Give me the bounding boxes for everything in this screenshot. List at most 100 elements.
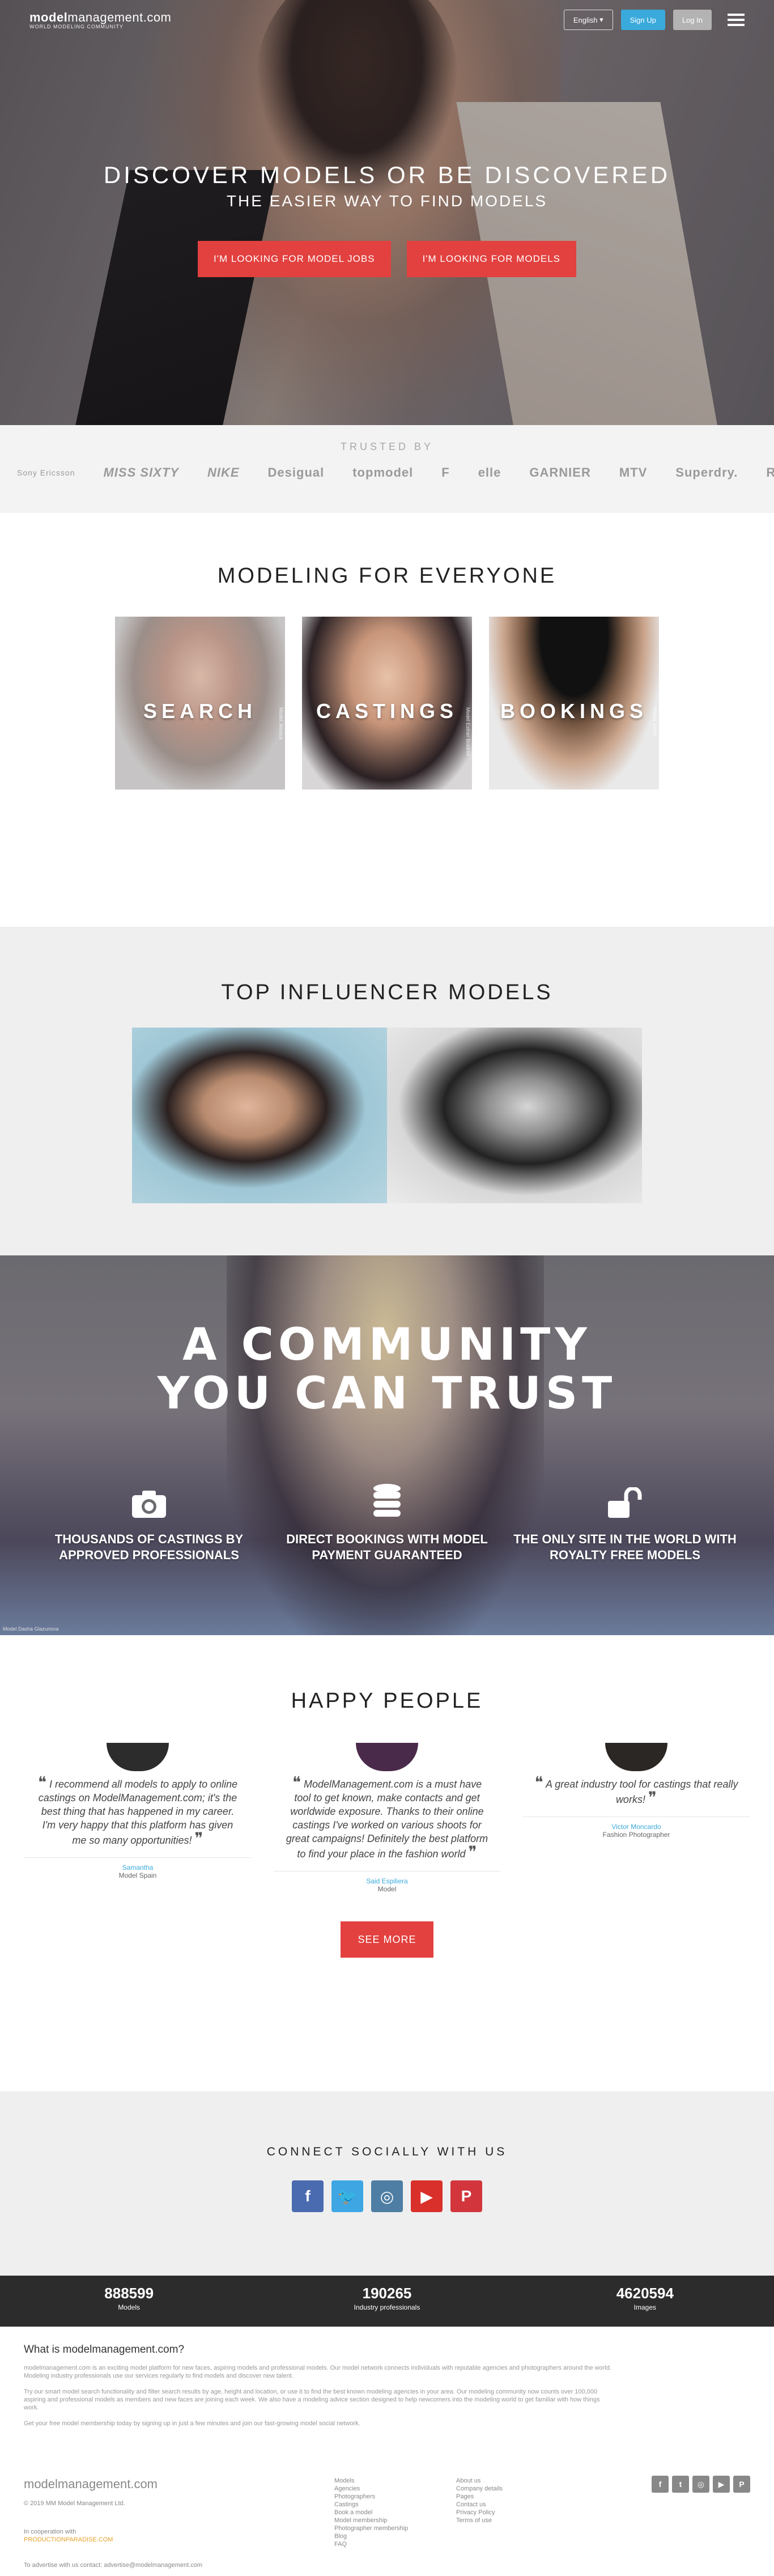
testimonial: ❝ A great industry tool for castings tha… [523, 1743, 750, 1839]
stat-label: Industry professionals [354, 2303, 420, 2311]
brand-logo: GARNIER [529, 465, 591, 479]
instagram-icon[interactable]: ◎ [371, 2180, 403, 2212]
footer: modelmanagement.com © 2019 MM Model Mana… [0, 2471, 774, 2576]
footer-link[interactable]: Contact us [456, 2501, 503, 2509]
connect-section: CONNECT SOCIALLY WITH US f 🐦 ◎ ▶ P [0, 2091, 774, 2276]
modeling-section: MODELING FOR EVERYONE SEARCH Model Jessi… [0, 513, 774, 927]
testimonial-quote: A great industry tool for castings that … [545, 1779, 738, 1805]
model-jobs-button[interactable]: I'M LOOKING FOR MODEL JOBS [197, 241, 391, 277]
pinterest-icon[interactable]: P [450, 2180, 482, 2212]
stat-label: Images [633, 2303, 656, 2311]
language-select[interactable]: English ▾ [563, 10, 613, 30]
partner-link[interactable]: PRODUCTIONPARADISE.COM [24, 2536, 113, 2544]
influencer-image[interactable] [387, 1028, 642, 1203]
brand-logo: Desigual [267, 465, 325, 479]
brand-logo: F [441, 465, 450, 479]
testimonial-quote: ModelManagement.com is a must have tool … [286, 1779, 488, 1860]
card-label: BOOKINGS [500, 699, 648, 723]
footer-link[interactable]: Photographer membership [334, 2524, 408, 2532]
card-label: SEARCH [143, 699, 257, 723]
community-bg-image [227, 1255, 544, 1635]
facebook-icon[interactable]: f [292, 2180, 324, 2212]
brand-logo: MISS SIXTY [103, 465, 179, 479]
footer-link[interactable]: Castings [334, 2501, 408, 2509]
stat-label: Models [118, 2303, 140, 2311]
coins-icon [274, 1479, 500, 1519]
stat-images: 4620594 Images [516, 2276, 774, 2327]
youtube-icon[interactable]: ▶ [713, 2476, 730, 2493]
quote: ❝ A great industry tool for castings tha… [523, 1775, 750, 1817]
footer-link[interactable]: Company details [456, 2485, 503, 2493]
top-nav: modelmanagement.com WORLD MODELING COMMU… [0, 0, 774, 40]
bookings-card[interactable]: BOOKINGS Model Jason [489, 617, 659, 790]
footer-link[interactable]: Models [334, 2477, 408, 2485]
login-button[interactable]: Log In [673, 10, 712, 30]
connect-title: CONNECT SOCIALLY WITH US [266, 2145, 508, 2158]
footer-link[interactable]: Terms of use [456, 2516, 503, 2524]
footer-partner: In cooperation with PRODUCTIONPARADISE.C… [24, 2528, 113, 2544]
footer-link[interactable]: About us [456, 2477, 503, 2485]
footer-socials: f t ◎ ▶ P [652, 2476, 750, 2493]
trusted-title: TRUSTED BY [340, 441, 433, 452]
twitter-icon[interactable]: t [672, 2476, 689, 2493]
footer-link[interactable]: Privacy Policy [456, 2509, 503, 2516]
testimonial-name[interactable]: Said Espiliera [274, 1877, 500, 1885]
influencer-title: TOP INFLUENCER MODELS [221, 981, 553, 1004]
image-credit: Model Jason [652, 707, 658, 737]
stats-bar: 888599 Models 190265 Industry profession… [0, 2276, 774, 2327]
footer-link[interactable]: Pages [456, 2493, 503, 2501]
influencer-image[interactable] [132, 1028, 387, 1203]
youtube-icon[interactable]: ▶ [411, 2180, 443, 2212]
search-card[interactable]: SEARCH Model Jessica [115, 617, 285, 790]
footer-link[interactable]: Agencies [334, 2485, 408, 2493]
image-credit: Model Esther Boldrini [465, 707, 471, 756]
footer-links-col1: Models Agencies Photographers Castings B… [334, 2477, 408, 2548]
instagram-icon[interactable]: ◎ [692, 2476, 709, 2493]
see-more-button[interactable]: SEE MORE [341, 1921, 433, 1958]
testimonial-name[interactable]: Victor Moncardo [523, 1823, 750, 1831]
influencer-section: TOP INFLUENCER MODELS [0, 927, 774, 1255]
facebook-icon[interactable]: f [652, 2476, 669, 2493]
feature-text: THE ONLY SITE IN THE WORLD WITH ROYALTY … [513, 1532, 737, 1562]
about-section: What is modelmanagement.com? modelmanage… [0, 2327, 774, 2471]
testimonial-quote: I recommend all models to apply to onlin… [38, 1779, 238, 1846]
find-models-button[interactable]: I'M LOOKING FOR MODELS [406, 241, 577, 277]
brand-logo: elle [478, 465, 501, 479]
footer-link[interactable]: Blog [334, 2532, 408, 2540]
about-paragraph: modelmanagement.com is an exciting model… [24, 2365, 612, 2379]
feature-bookings: DIRECT BOOKINGS WITH MODEL PAYMENT GUARA… [274, 1479, 500, 1563]
footer-link[interactable]: Photographers [334, 2493, 408, 2501]
castings-card[interactable]: CASTINGS Model Esther Boldrini [302, 617, 472, 790]
testimonial-name[interactable]: Samantha [24, 1864, 251, 1871]
pinterest-icon[interactable]: P [733, 2476, 750, 2493]
signup-button[interactable]: Sign Up [620, 10, 665, 30]
avatar [107, 1743, 169, 1771]
footer-copyright: © 2019 MM Model Management Ltd. [24, 2500, 125, 2507]
quote: ❝ I recommend all models to apply to onl… [24, 1775, 251, 1858]
image-credit: Model Jessica [278, 707, 284, 740]
testimonial: ❝ I recommend all models to apply to onl… [24, 1743, 251, 1879]
stat-professionals: 190265 Industry professionals [258, 2276, 516, 2327]
twitter-icon[interactable]: 🐦 [331, 2180, 363, 2212]
footer-links-col2: About us Company details Pages Contact u… [456, 2477, 503, 2524]
trusted-by: TRUSTED BY Sony Ericsson MISS SIXTY NIKE… [0, 425, 774, 513]
hero: modelmanagement.com WORLD MODELING COMMU… [0, 0, 774, 425]
about-title: What is modelmanagement.com? [24, 2344, 185, 2356]
footer-link[interactable]: Book a model [334, 2509, 408, 2516]
testimonial-role: Model [377, 1885, 397, 1893]
testimonial-role: Model Spain [118, 1871, 157, 1879]
brand-logo: RE [766, 465, 774, 479]
footer-advertise[interactable]: To advertise with us contact: advertise@… [24, 2562, 202, 2569]
site-logo[interactable]: modelmanagement.com WORLD MODELING COMMU… [29, 10, 171, 29]
footer-logo[interactable]: modelmanagement.com [24, 2477, 158, 2492]
footer-link[interactable]: Model membership [334, 2516, 408, 2524]
menu-icon[interactable] [728, 14, 745, 26]
footer-link[interactable]: FAQ [334, 2540, 408, 2548]
feature-royalty-free: THE ONLY SITE IN THE WORLD WITH ROYALTY … [512, 1479, 738, 1563]
brand-logo: Sony Ericsson [17, 468, 75, 477]
stat-number: 4620594 [616, 2285, 674, 2302]
feature-text: THOUSANDS OF CASTINGS BY APPROVED PROFES… [54, 1532, 244, 1562]
card-label: CASTINGS [316, 699, 458, 723]
testimonials-section: HAPPY PEOPLE ❝ I recommend all models to… [0, 1635, 774, 2091]
brand-logo: MTV [619, 465, 648, 479]
